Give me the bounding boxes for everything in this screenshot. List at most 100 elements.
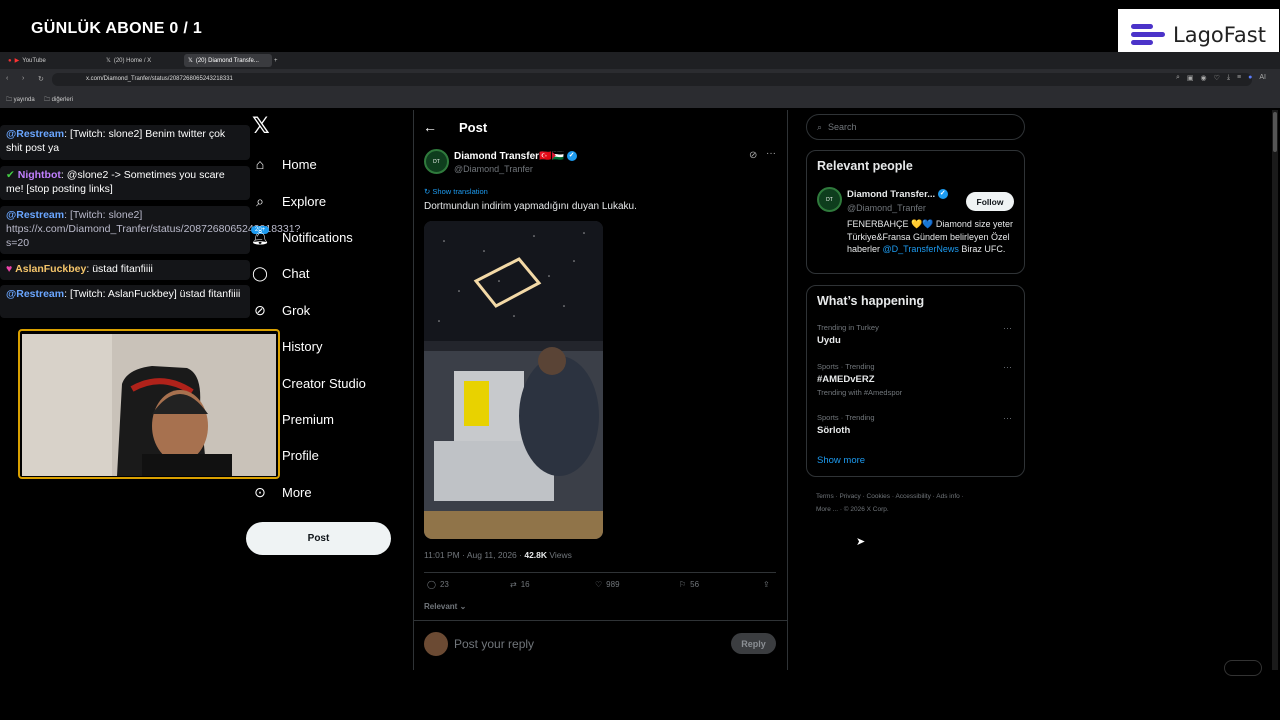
trend-name: Uydu <box>817 335 841 346</box>
address-bar[interactable]: x.com/Diamond_Tranfer/status/20872680652… <box>52 73 1252 86</box>
footer-line[interactable]: Terms · Privacy · Cookies · Accessibilit… <box>816 490 1016 503</box>
like-count: 989 <box>606 580 620 589</box>
repost-action[interactable]: ⇄ 16 <box>510 580 530 589</box>
post-media-video[interactable] <box>424 221 603 539</box>
chevron-down-icon: ⌄ <box>459 602 467 611</box>
x-logo-icon[interactable]: 𝕏 <box>252 114 270 139</box>
bookmark-folder-yayinda[interactable]: 🗀 yayında <box>6 95 35 105</box>
relevant-people-title: Relevant people <box>817 159 913 173</box>
bookmark-count: 56 <box>690 580 700 589</box>
post-time: 11:01 PM · Aug 11, 2026 · <box>424 550 525 560</box>
ai-label[interactable]: AI <box>1259 74 1266 82</box>
show-translation-link[interactable]: ↻ Show translation <box>424 187 488 196</box>
download-icon[interactable]: ⤓ <box>1227 74 1230 82</box>
person-handle[interactable]: @Diamond_Tranfer <box>847 203 926 213</box>
scrollbar-thumb[interactable] <box>1273 112 1277 152</box>
nav-label: Grok <box>282 302 311 318</box>
extension-icon[interactable]: ▣ <box>1187 74 1194 82</box>
reply-button[interactable]: Reply <box>731 633 776 654</box>
reply-action[interactable]: ◯ 23 <box>427 580 449 589</box>
forward-icon[interactable]: › <box>22 75 24 82</box>
author-avatar[interactable]: DT <box>424 149 449 174</box>
messages-drawer-button[interactable] <box>1224 660 1262 676</box>
person-avatar[interactable]: DT <box>817 187 842 212</box>
trend-context: Trending in Turkey <box>817 323 879 332</box>
footer-links[interactable]: Terms · Privacy · Cookies · Accessibilit… <box>816 490 1016 516</box>
nav-label: Explore <box>282 193 327 209</box>
nav-notifications[interactable]: 🔔︎ Notifications <box>251 227 353 247</box>
search-icon[interactable]: ⌕ <box>1176 74 1180 82</box>
trend-more-icon[interactable]: ··· <box>1003 362 1012 372</box>
tab-x-home[interactable]: 𝕏 (20) Home / X <box>102 54 155 67</box>
search-icon: ⌕ <box>817 121 823 132</box>
profile-icon[interactable]: ● <box>1248 74 1252 82</box>
views-count: 42.8K <box>524 550 548 560</box>
camera-icon[interactable]: ◉ <box>1201 74 1207 82</box>
share-action[interactable]: ⇪ <box>763 580 770 589</box>
nav-more[interactable]: ⊙ More <box>252 482 312 502</box>
compose-post-button[interactable]: Post <box>246 522 391 555</box>
reply-sort-dropdown[interactable]: Relevant ⌄ <box>424 602 466 611</box>
chat-user: AslanFuckbey <box>15 263 87 275</box>
nav-home[interactable]: ⌂ Home <box>252 154 317 174</box>
page-scrollbar[interactable] <box>1272 110 1278 670</box>
search-input[interactable]: ⌕ Search <box>806 114 1025 140</box>
plus-icon: + <box>274 57 278 64</box>
nav-explore[interactable]: ⌕ Explore <box>252 191 326 211</box>
trend-context: Sports · Trending <box>817 362 875 371</box>
column-divider-left <box>413 110 414 670</box>
webcam-image <box>22 334 276 476</box>
more-options-icon[interactable]: ··· <box>766 148 776 159</box>
chat-text: : üstad fitanfiiii <box>86 263 153 275</box>
chat-user: Nightbot <box>17 169 61 181</box>
reply-count: 23 <box>439 580 449 589</box>
person-name[interactable]: Diamond Transfer... ✓ <box>847 189 948 200</box>
url-text: x.com/Diamond_Tranfer/status/20872680652… <box>86 76 233 82</box>
like-action[interactable]: ♡ 989 <box>595 580 620 589</box>
current-user-avatar[interactable] <box>424 632 448 656</box>
divider <box>414 620 787 621</box>
reload-icon[interactable]: ↻ <box>38 75 44 83</box>
menu-icon[interactable]: ≡ <box>1237 74 1241 82</box>
author-name[interactable]: Diamond Transfer🇹🇷🇵🇸 ✓ <box>454 151 577 162</box>
chat-message: ✔ Nightbot: @slone2 -> Sometimes you sca… <box>0 166 250 200</box>
bookmark-icon: ⚐ <box>679 580 687 589</box>
chat-message: @Restream: [Twitch: AslanFuckbey] üstad … <box>0 285 250 318</box>
translate-icon: ↻ <box>424 187 431 196</box>
nav-premium[interactable]: Premium <box>252 409 334 429</box>
bell-icon: 🔔︎ <box>251 228 269 245</box>
creator-studio-icon <box>252 375 268 391</box>
trend-item[interactable]: Sports · Trending Sörloth <box>817 413 875 436</box>
tab-x-post[interactable]: 𝕏 (20) Diamond Transfe... <box>184 54 272 67</box>
trend-more-icon[interactable]: ··· <box>1003 323 1012 333</box>
bookmark-action[interactable]: ⚐ 56 <box>679 580 699 589</box>
nav-creator-studio[interactable]: Creator Studio <box>252 373 366 393</box>
chat-user: @Restream <box>6 209 65 221</box>
footer-line[interactable]: More ... · © 2026 X Corp. <box>816 503 1016 516</box>
bookmark-icon[interactable]: ♡ <box>1214 74 1220 82</box>
grok-explain-icon[interactable]: ⊘ <box>749 150 757 161</box>
bookmark-folder-digerleri[interactable]: 🗀 diğerleri <box>44 95 73 105</box>
nav-chat[interactable]: ◯ Chat <box>252 263 309 283</box>
nav-profile[interactable]: Profile <box>252 445 319 465</box>
nav-label: Premium <box>282 411 335 427</box>
youtube-icon: ▶ <box>14 58 20 64</box>
trend-item[interactable]: Sports · Trending #AMEDvERZ Trending wit… <box>817 362 902 397</box>
follow-button[interactable]: Follow <box>966 192 1014 211</box>
back-icon[interactable]: ‹ <box>6 75 8 82</box>
bio-mention-link[interactable]: @D_TransferNews <box>883 244 959 254</box>
show-more-link[interactable]: Show more <box>817 455 865 466</box>
page-title: Post <box>459 119 488 135</box>
tab-youtube[interactable]: ● ▶ YouTube <box>4 54 50 67</box>
reply-input[interactable]: Post your reply <box>454 637 534 651</box>
trend-item[interactable]: Trending in Turkey Uydu <box>817 323 879 346</box>
nav-history[interactable]: History <box>252 336 322 356</box>
nav-grok[interactable]: ⊘ Grok <box>252 300 310 320</box>
tab-label: (20) Diamond Transfe... <box>195 57 259 64</box>
tab-label: YouTube <box>22 57 46 64</box>
back-arrow-icon[interactable]: ← <box>423 119 437 135</box>
trend-more-icon[interactable]: ··· <box>1003 413 1012 423</box>
new-tab-button[interactable]: + <box>270 54 282 67</box>
browser-toolbar-icons: ⌕ ▣ ◉ ♡ ⤓ ≡ ● AI <box>1176 74 1266 82</box>
author-handle[interactable]: @Diamond_Tranfer <box>454 164 533 174</box>
